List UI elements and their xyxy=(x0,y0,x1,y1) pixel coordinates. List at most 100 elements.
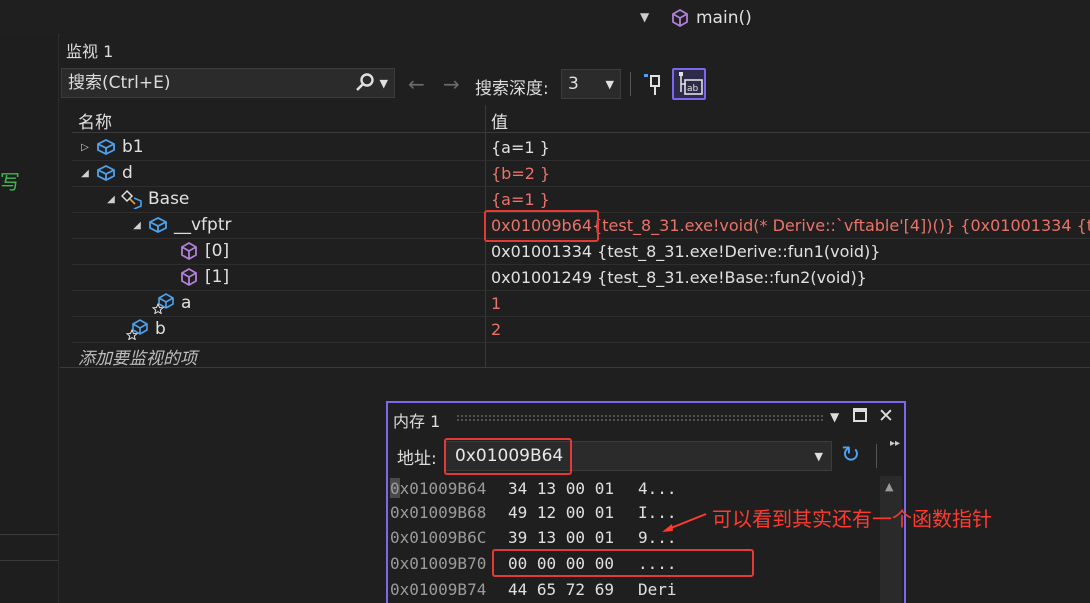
watch-row-name: ◢ d xyxy=(80,160,133,186)
maximize-icon[interactable] xyxy=(853,408,867,422)
column-header-name[interactable]: 名称 xyxy=(78,108,112,133)
search-input[interactable] xyxy=(62,72,354,94)
divider xyxy=(0,560,58,561)
search-icon[interactable] xyxy=(354,72,376,94)
column-header-value[interactable]: 值 xyxy=(491,108,508,133)
memory-bytes: 44 65 72 69 xyxy=(508,579,614,599)
search-depth-label: 搜索深度: xyxy=(475,79,549,99)
method-cube-icon xyxy=(181,267,197,287)
hex-display-icon: ab xyxy=(679,72,703,95)
table-row[interactable] xyxy=(72,186,1090,213)
expand-triangle-icon[interactable]: ▷ xyxy=(80,142,90,153)
hex-display-toggle-button[interactable]: ab xyxy=(672,68,706,100)
memory-window-title: 内存 1 xyxy=(393,412,441,431)
watch-row-value: {a=1 } xyxy=(491,189,550,209)
list-item[interactable]: 0x01009B64 34 13 00 01 4... xyxy=(390,475,677,501)
variable-icon xyxy=(97,138,115,156)
memory-bytes: 39 13 00 01 xyxy=(508,527,614,547)
table-row[interactable] xyxy=(72,290,1090,317)
memory-bytes: 49 12 00 01 xyxy=(508,502,614,522)
memory-address: 0x01009B70 xyxy=(390,553,487,573)
chevron-down-icon: ▼ xyxy=(605,77,614,91)
address-label: 地址: xyxy=(397,449,437,469)
svg-text:ab: ab xyxy=(687,84,699,94)
divider xyxy=(0,534,58,535)
search-depth-value: 3 xyxy=(568,74,579,94)
chevron-down-icon[interactable]: ▼ xyxy=(380,77,388,90)
variable-icon xyxy=(97,164,115,182)
function-name: main() xyxy=(696,8,752,28)
refresh-icon[interactable]: ↻ xyxy=(841,442,860,468)
table-row[interactable] xyxy=(72,160,1090,187)
base-class-icon xyxy=(121,189,142,209)
scroll-up-arrow-icon[interactable]: ▲ xyxy=(885,480,893,493)
cube-icon xyxy=(672,8,688,28)
memory-bytes: 34 13 00 01 xyxy=(508,478,614,498)
watch-row-name: ▷ b1 xyxy=(80,134,144,160)
collapse-triangle-icon[interactable]: ◢ xyxy=(106,194,116,205)
row-name-text: a xyxy=(181,293,192,313)
collapse-triangle-icon[interactable]: ◢ xyxy=(80,168,90,179)
search-depth-select[interactable]: 3 ▼ xyxy=(561,69,621,99)
toolbar-separator xyxy=(876,444,877,468)
top-bar xyxy=(0,0,1090,35)
table-row[interactable] xyxy=(72,316,1090,343)
row-name-text: b1 xyxy=(122,137,144,157)
watch-row-name: a xyxy=(152,290,191,316)
watch-row-value: 0x01001249 {test_8_31.exe!Base::fun2(voi… xyxy=(491,267,867,287)
row-name-text: [1] xyxy=(205,267,230,287)
watch-row-value: 0x01001334 {test_8_31.exe!Derive::fun1(v… xyxy=(491,241,881,261)
row-name-text: d xyxy=(122,163,133,183)
row-name-text: Base xyxy=(148,189,190,209)
list-item[interactable]: 0x01009B6C 39 13 00 01 9... xyxy=(390,524,677,550)
list-item[interactable]: 0x01009B68 49 12 00 01 I... xyxy=(390,499,677,525)
field-star-icon xyxy=(126,319,148,340)
function-selector[interactable]: main() xyxy=(670,6,752,30)
vfptr-detail: {test_8_31.exe!void(* Derive::`vftable'[… xyxy=(592,215,1090,235)
search-previous-arrow-icon[interactable]: ← xyxy=(408,72,425,96)
chevron-down-icon[interactable]: ▼ xyxy=(815,450,823,463)
memory-address: 0x01009B74 xyxy=(390,579,487,599)
watch-window-title: 监视 1 xyxy=(66,42,114,61)
row-name-text: b xyxy=(155,319,166,339)
editor-fragment-text: 写 xyxy=(0,170,20,194)
toolbar-separator xyxy=(630,72,631,96)
memory-ascii: 4... xyxy=(638,478,677,498)
list-item[interactable]: 0x01009B74 44 65 72 69 Deri xyxy=(390,576,677,602)
highlight-box-null-entry xyxy=(492,549,754,577)
close-icon[interactable]: ✕ xyxy=(878,405,894,427)
watch-row-value: {b=2 } xyxy=(491,163,551,183)
watch-row-name: ◢ Base xyxy=(106,186,189,212)
row-name-text: __vfptr xyxy=(174,215,232,235)
row-name-text: [0] xyxy=(205,241,230,261)
overflow-icon[interactable]: ▸▸ xyxy=(890,438,900,449)
memory-address: 0x01009B6C xyxy=(390,527,487,547)
collapse-triangle-icon[interactable]: ◢ xyxy=(132,220,142,231)
memory-scrollbar[interactable] xyxy=(880,476,902,603)
watch-row-value: {a=1 } xyxy=(491,137,550,157)
highlight-box-address xyxy=(444,438,572,475)
variable-icon xyxy=(149,216,167,234)
title-drag-grip[interactable] xyxy=(456,414,824,422)
pin-button[interactable] xyxy=(641,70,667,98)
search-next-arrow-icon[interactable]: → xyxy=(443,72,460,96)
annotation-arrow-icon xyxy=(662,513,707,532)
watch-row-name: b xyxy=(126,316,166,342)
memory-address: 0x01009B68 xyxy=(390,502,487,522)
watch-search-box[interactable]: ▼ xyxy=(61,68,395,98)
watch-row-name: ◢ __vfptr xyxy=(132,212,232,238)
window-menu-chevron-icon[interactable]: ▼ xyxy=(830,410,839,424)
grid-bottom-border xyxy=(60,367,1090,368)
memory-address: 0x01009B64 xyxy=(390,478,487,498)
watch-row-name: [0] xyxy=(178,238,229,264)
pin-icon xyxy=(644,74,660,95)
watch-row-name: [1] xyxy=(178,264,229,290)
annotation-note: 可以看到其实还有一个函数指针 xyxy=(712,507,992,531)
left-editor-strip xyxy=(0,34,59,603)
chevron-down-icon[interactable]: ▼ xyxy=(640,10,658,24)
method-cube-icon xyxy=(181,241,197,261)
watch-grid-header xyxy=(72,105,1090,133)
table-row[interactable] xyxy=(72,134,1090,161)
watch-row-value: 2 xyxy=(491,319,502,339)
add-watch-item[interactable]: 添加要监视的项 xyxy=(78,344,197,369)
